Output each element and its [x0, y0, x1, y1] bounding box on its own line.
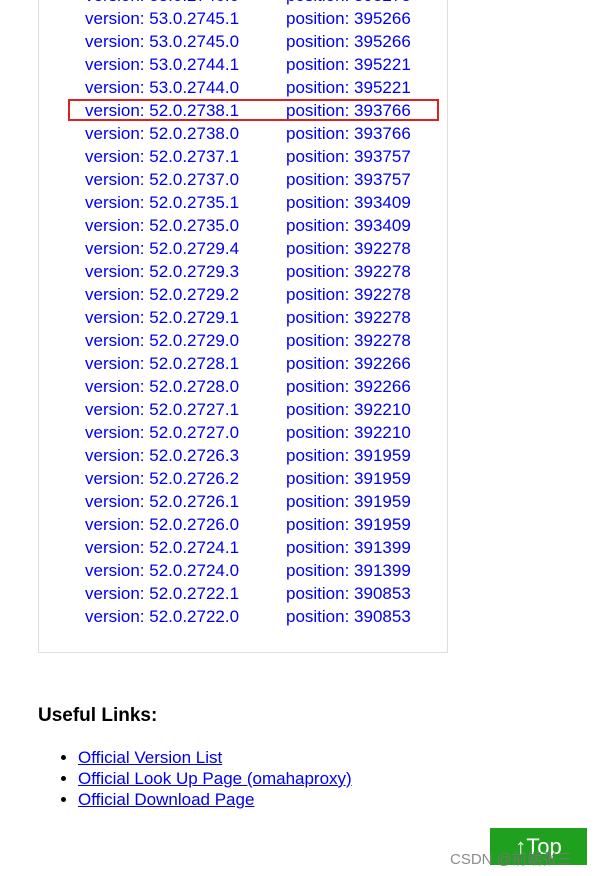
official-lookup-page-link[interactable]: Official Look Up Page (omahaproxy) — [78, 769, 352, 788]
version-row: version: 52.0.2737.1 position: 393757 — [85, 145, 465, 168]
version-link[interactable]: version: 53.0.2745.1 — [85, 7, 239, 30]
version-link[interactable]: version: 52.0.2726.1 — [85, 490, 239, 513]
position-link[interactable]: position: 393757 — [286, 168, 411, 191]
link-item: Official Download Page — [78, 789, 352, 810]
version-row: version: 52.0.2726.0 position: 391959 — [85, 513, 465, 536]
version-link[interactable]: version: 52.0.2727.0 — [85, 421, 239, 444]
position-link[interactable]: position: 392278 — [286, 306, 411, 329]
version-link[interactable]: version: 53.0.2745.0 — [85, 30, 239, 53]
position-link[interactable]: position: 395221 — [286, 53, 411, 76]
version-link[interactable]: version: 52.0.2727.1 — [85, 398, 239, 421]
version-link[interactable]: version: 52.0.2729.0 — [85, 329, 239, 352]
version-row: version: 52.0.2735.1 position: 393409 — [85, 191, 465, 214]
position-link[interactable]: position: 391959 — [286, 490, 411, 513]
version-link[interactable]: version: 52.0.2735.1 — [85, 191, 239, 214]
version-row: version: 52.0.2724.1 position: 391399 — [85, 536, 465, 559]
version-link[interactable]: version: 53.0.2744.1 — [85, 53, 239, 76]
official-download-page-link[interactable]: Official Download Page — [78, 790, 254, 809]
version-link[interactable]: version: 52.0.2735.0 — [85, 214, 239, 237]
version-link[interactable]: version: 52.0.2726.2 — [85, 467, 239, 490]
version-row: version: 52.0.2722.0 position: 390853 — [85, 605, 465, 628]
position-link[interactable]: position: 392210 — [286, 421, 411, 444]
version-row: version: 52.0.2738.0 position: 393766 — [85, 122, 465, 145]
version-row: version: 53.0.2744.0 position: 395221 — [85, 76, 465, 99]
version-link[interactable]: version: 52.0.2726.0 — [85, 513, 239, 536]
version-row: version: 52.0.2722.1 position: 390853 — [85, 582, 465, 605]
useful-links-heading: Useful Links: — [38, 705, 158, 726]
position-link[interactable]: position: 390853 — [286, 605, 411, 628]
version-row: version: 52.0.2729.2 position: 392278 — [85, 283, 465, 306]
link-item: Official Look Up Page (omahaproxy) — [78, 768, 352, 789]
version-link[interactable]: version: 52.0.2724.0 — [85, 559, 239, 582]
position-link[interactable]: position: 390853 — [286, 582, 411, 605]
version-row: version: 52.0.2728.0 position: 392266 — [85, 375, 465, 398]
version-row: version: 52.0.2729.4 position: 392278 — [85, 237, 465, 260]
version-link[interactable]: version: 52.0.2728.0 — [85, 375, 239, 398]
version-row: version: 53.0.2745.0 position: 395266 — [85, 30, 465, 53]
position-link[interactable]: position: 391959 — [286, 513, 411, 536]
version-row-highlighted: version: 52.0.2738.1 position: 393766 — [68, 99, 465, 122]
useful-links-list: Official Version List Official Look Up P… — [38, 747, 352, 810]
position-link[interactable]: position: 395278 — [286, 0, 411, 7]
version-row: version: 52.0.2727.0 position: 392210 — [85, 421, 465, 444]
version-list: version: 53.0.2746.0position: 395278vers… — [68, 0, 465, 628]
version-list-box: version: 53.0.2746.0 position: 395278 vers… — [38, 0, 448, 653]
position-link[interactable]: position: 391959 — [286, 444, 411, 467]
version-link[interactable]: version: 52.0.2729.1 — [85, 306, 239, 329]
version-link[interactable]: version: 52.0.2729.3 — [85, 260, 239, 283]
version-link[interactable]: version: 52.0.2729.2 — [85, 283, 239, 306]
position-link[interactable]: position: 393409 — [286, 214, 411, 237]
position-link[interactable]: position: 391959 — [286, 467, 411, 490]
version-link[interactable]: version: 53.0.2746.0 — [85, 0, 239, 7]
position-link[interactable]: position: 392278 — [286, 237, 411, 260]
version-row: version: 52.0.2737.0 position: 393757 — [85, 168, 465, 191]
position-link[interactable]: position: 393766 — [286, 99, 411, 122]
version-link[interactable]: version: 52.0.2738.1 — [85, 99, 239, 122]
version-row: version: 53.0.2745.1 position: 395266 — [85, 7, 465, 30]
version-row: version: 52.0.2729.1 position: 392278 — [85, 306, 465, 329]
version-row: version: 52.0.2729.0 position: 392278 — [85, 329, 465, 352]
position-link[interactable]: position: 393409 — [286, 191, 411, 214]
position-link[interactable]: position: 392266 — [286, 352, 411, 375]
version-link[interactable]: version: 52.0.2726.3 — [85, 444, 239, 467]
version-row: version: 53.0.2746.0 position: 395278 — [85, 0, 465, 7]
position-link[interactable]: position: 393757 — [286, 145, 411, 168]
version-link[interactable]: version: 52.0.2724.1 — [85, 536, 239, 559]
position-link[interactable]: position: 392266 — [286, 375, 411, 398]
position-link[interactable]: position: 391399 — [286, 536, 411, 559]
position-link[interactable]: position: 393766 — [286, 122, 411, 145]
version-row: version: 52.0.2727.1 position: 392210 — [85, 398, 465, 421]
position-link[interactable]: position: 392210 — [286, 398, 411, 421]
version-row: version: 52.0.2726.2 position: 391959 — [85, 467, 465, 490]
version-link[interactable]: version: 52.0.2729.4 — [85, 237, 239, 260]
version-row: version: 52.0.2735.0 position: 393409 — [85, 214, 465, 237]
link-item: Official Version List — [78, 747, 352, 768]
position-link[interactable]: position: 392278 — [286, 329, 411, 352]
version-link[interactable]: version: 52.0.2738.0 — [85, 122, 239, 145]
watermark: CSDN @前端张三 — [450, 851, 572, 868]
version-row: version: 52.0.2726.3 position: 391959 — [85, 444, 465, 467]
position-link[interactable]: position: 395221 — [286, 76, 411, 99]
version-row: version: 52.0.2724.0 position: 391399 — [85, 559, 465, 582]
position-link[interactable]: position: 395266 — [286, 30, 411, 53]
version-link[interactable]: version: 52.0.2722.1 — [85, 582, 239, 605]
version-link[interactable]: version: 53.0.2744.0 — [85, 76, 239, 99]
version-link[interactable]: version: 52.0.2722.0 — [85, 605, 239, 628]
position-link[interactable]: position: 391399 — [286, 559, 411, 582]
version-link[interactable]: version: 52.0.2737.1 — [85, 145, 239, 168]
position-link[interactable]: position: 392278 — [286, 283, 411, 306]
version-row: version: 52.0.2729.3 position: 392278 — [85, 260, 465, 283]
version-link[interactable]: version: 52.0.2737.0 — [85, 168, 239, 191]
position-link[interactable]: position: 395266 — [286, 7, 411, 30]
official-version-list-link[interactable]: Official Version List — [78, 748, 222, 767]
version-link[interactable]: version: 52.0.2728.1 — [85, 352, 239, 375]
position-link[interactable]: position: 392278 — [286, 260, 411, 283]
version-row: version: 53.0.2744.1 position: 395221 — [85, 53, 465, 76]
version-row: version: 52.0.2726.1 position: 391959 — [85, 490, 465, 513]
version-row: version: 52.0.2728.1 position: 392266 — [85, 352, 465, 375]
